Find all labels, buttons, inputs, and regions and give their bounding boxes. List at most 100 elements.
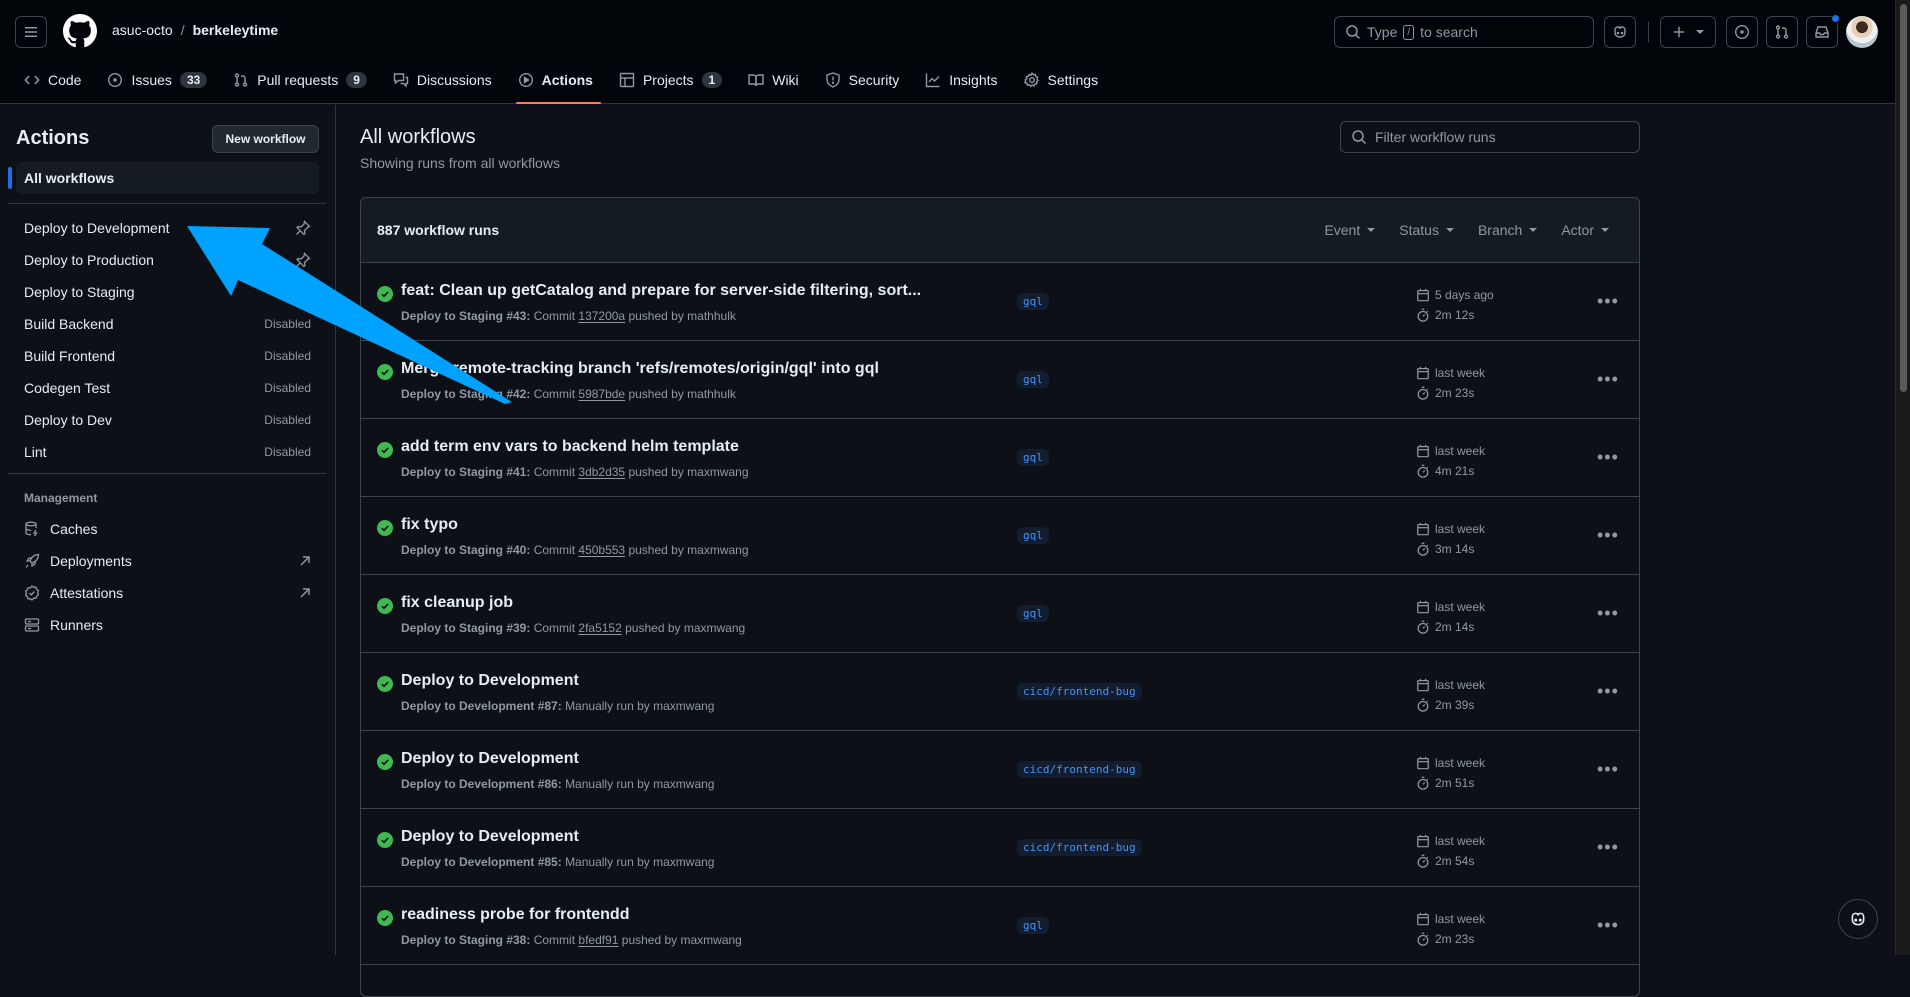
scrollbar-thumb[interactable] <box>1900 4 1907 392</box>
sidebar-item-workflow[interactable]: Deploy to Dev Disabled <box>16 404 319 436</box>
branch-badge[interactable]: cicd/frontend-bug <box>1017 683 1142 700</box>
sidebar-item-workflow[interactable]: Deploy to Staging <box>16 276 319 308</box>
sidebar-item-workflow[interactable]: Lint Disabled <box>16 436 319 468</box>
branch-badge[interactable]: gql <box>1017 917 1049 934</box>
tab-insights[interactable]: Insights <box>917 62 1005 97</box>
tab-wiki[interactable]: Wiki <box>740 62 806 97</box>
event-filter-dropdown[interactable]: Event <box>1324 222 1376 238</box>
branch-badge[interactable]: cicd/frontend-bug <box>1017 761 1142 778</box>
actor-filter-dropdown[interactable]: Actor <box>1561 222 1609 238</box>
run-options-button[interactable]: ••• <box>1597 837 1619 858</box>
search-shortcut-key: / <box>1403 24 1415 40</box>
branch-badge[interactable]: gql <box>1017 605 1049 622</box>
table-row[interactable]: Deploy to Development Deploy to Developm… <box>361 653 1639 731</box>
commit-link[interactable]: 450b553 <box>578 543 625 557</box>
tab-pull-requests[interactable]: Pull requests 9 <box>225 62 375 97</box>
menu-button[interactable] <box>15 16 47 48</box>
run-options-button[interactable]: ••• <box>1597 681 1619 702</box>
commit-link[interactable]: bfedf91 <box>578 933 618 947</box>
table-row[interactable]: fix cleanup job Deploy to Staging #39: C… <box>361 575 1639 653</box>
global-search-input[interactable]: Type / to search <box>1334 16 1594 48</box>
verified-icon <box>24 585 40 601</box>
table-row[interactable]: Deploy to Development Deploy to Developm… <box>361 809 1639 887</box>
table-row[interactable]: Deploy to Development Deploy to Developm… <box>361 731 1639 809</box>
sidebar-item-workflow[interactable]: Codegen Test Disabled <box>16 372 319 404</box>
table-row[interactable]: readiness probe for frontendd Deploy to … <box>361 887 1639 965</box>
pin-icon[interactable] <box>295 220 311 236</box>
sidebar-item-workflow[interactable]: Deploy to Development <box>16 212 319 244</box>
commit-link[interactable]: 3db2d35 <box>578 465 625 479</box>
branch-badge[interactable]: gql <box>1017 293 1049 310</box>
sidebar-item-workflow[interactable]: Build Backend Disabled <box>16 308 319 340</box>
chevron-down-icon <box>1529 228 1538 232</box>
tab-discussions[interactable]: Discussions <box>385 62 500 97</box>
tab-code[interactable]: Code <box>16 62 89 97</box>
sidebar-item-attestations[interactable]: Attestations <box>16 577 319 609</box>
tab-projects[interactable]: Projects 1 <box>611 62 730 97</box>
branch-badge[interactable]: gql <box>1017 527 1049 544</box>
run-title[interactable]: Deploy to Development <box>401 750 579 768</box>
copilot-button[interactable] <box>1604 16 1636 48</box>
pin-icon[interactable] <box>295 252 311 268</box>
run-title[interactable]: readiness probe for frontendd <box>401 906 629 924</box>
code-icon <box>24 75 40 84</box>
github-logo-icon[interactable] <box>63 14 97 48</box>
run-options-button[interactable]: ••• <box>1597 915 1619 936</box>
run-title[interactable]: Deploy to Development <box>401 828 579 846</box>
run-title[interactable]: Deploy to Development <box>401 672 579 690</box>
run-title[interactable]: fix cleanup job <box>401 594 513 612</box>
filter-workflow-runs-input[interactable]: Filter workflow runs <box>1340 121 1640 153</box>
status-filter-dropdown[interactable]: Status <box>1399 222 1454 238</box>
tab-security[interactable]: Security <box>817 62 908 97</box>
commit-link[interactable]: 137200a <box>578 309 625 323</box>
run-options-button[interactable]: ••• <box>1597 447 1619 468</box>
stopwatch-icon <box>1417 308 1429 322</box>
run-options-button[interactable]: ••• <box>1597 525 1619 546</box>
table-row[interactable]: feat: Clean up getCatalog and prepare fo… <box>361 263 1639 341</box>
new-workflow-button[interactable]: New workflow <box>212 125 319 153</box>
table-row[interactable]: Merge remote-tracking branch 'refs/remot… <box>361 341 1639 419</box>
table-row[interactable]: add term env vars to backend helm templa… <box>361 419 1639 497</box>
owner-link[interactable]: asuc-octo <box>112 22 173 38</box>
run-options-button[interactable]: ••• <box>1597 759 1619 780</box>
commit-link[interactable]: 2fa5152 <box>578 621 621 635</box>
inbox-icon <box>1815 26 1829 38</box>
table-row[interactable]: fix typo Deploy to Staging #40: Commit 4… <box>361 497 1639 575</box>
sidebar-item-runners[interactable]: Runners <box>16 609 319 641</box>
inbox-button[interactable] <box>1806 14 1840 48</box>
pull-requests-button[interactable] <box>1766 16 1798 48</box>
tab-issues[interactable]: Issues 33 <box>99 62 215 97</box>
management-label: Runners <box>50 617 103 633</box>
tab-actions[interactable]: Actions <box>510 62 602 104</box>
run-meta: Deploy to Staging #41: Commit 3db2d35 pu… <box>401 465 749 479</box>
branch-badge[interactable]: gql <box>1017 371 1049 388</box>
sidebar-item-all-workflows[interactable]: All workflows <box>16 162 319 194</box>
branch-filter-dropdown[interactable]: Branch <box>1478 222 1538 238</box>
run-title[interactable]: feat: Clean up getCatalog and prepare fo… <box>401 282 921 300</box>
run-title[interactable]: add term env vars to backend helm templa… <box>401 438 739 456</box>
sidebar-item-caches[interactable]: Caches <box>16 513 319 545</box>
success-check-icon <box>377 520 393 536</box>
run-actor: pushed by maxmwang <box>625 621 746 635</box>
branch-badge[interactable]: gql <box>1017 449 1049 466</box>
sidebar-item-workflow[interactable]: Build Frontend Disabled <box>16 340 319 372</box>
branch-badge[interactable]: cicd/frontend-bug <box>1017 839 1142 856</box>
create-new-button[interactable] <box>1660 16 1716 48</box>
run-options-button[interactable]: ••• <box>1597 603 1619 624</box>
success-check-icon <box>377 910 393 926</box>
user-avatar[interactable] <box>1846 16 1878 48</box>
run-options-button[interactable]: ••• <box>1597 291 1619 312</box>
copilot-chat-button[interactable] <box>1838 899 1878 939</box>
run-title[interactable]: fix typo <box>401 516 458 534</box>
page-scrollbar[interactable] <box>1895 0 1910 955</box>
run-title[interactable]: Merge remote-tracking branch 'refs/remot… <box>401 360 879 378</box>
commit-link[interactable]: 5987bde <box>578 387 625 401</box>
run-options-button[interactable]: ••• <box>1597 369 1619 390</box>
tab-settings[interactable]: Settings <box>1016 62 1107 97</box>
sidebar-item-workflow[interactable]: Deploy to Production <box>16 244 319 276</box>
issues-button[interactable] <box>1726 16 1758 48</box>
run-timing: last week 2m 14s <box>1416 597 1485 637</box>
sidebar-item-deployments[interactable]: Deployments <box>16 545 319 577</box>
calendar-icon <box>1417 600 1429 614</box>
repo-link[interactable]: berkeleytime <box>193 22 279 38</box>
